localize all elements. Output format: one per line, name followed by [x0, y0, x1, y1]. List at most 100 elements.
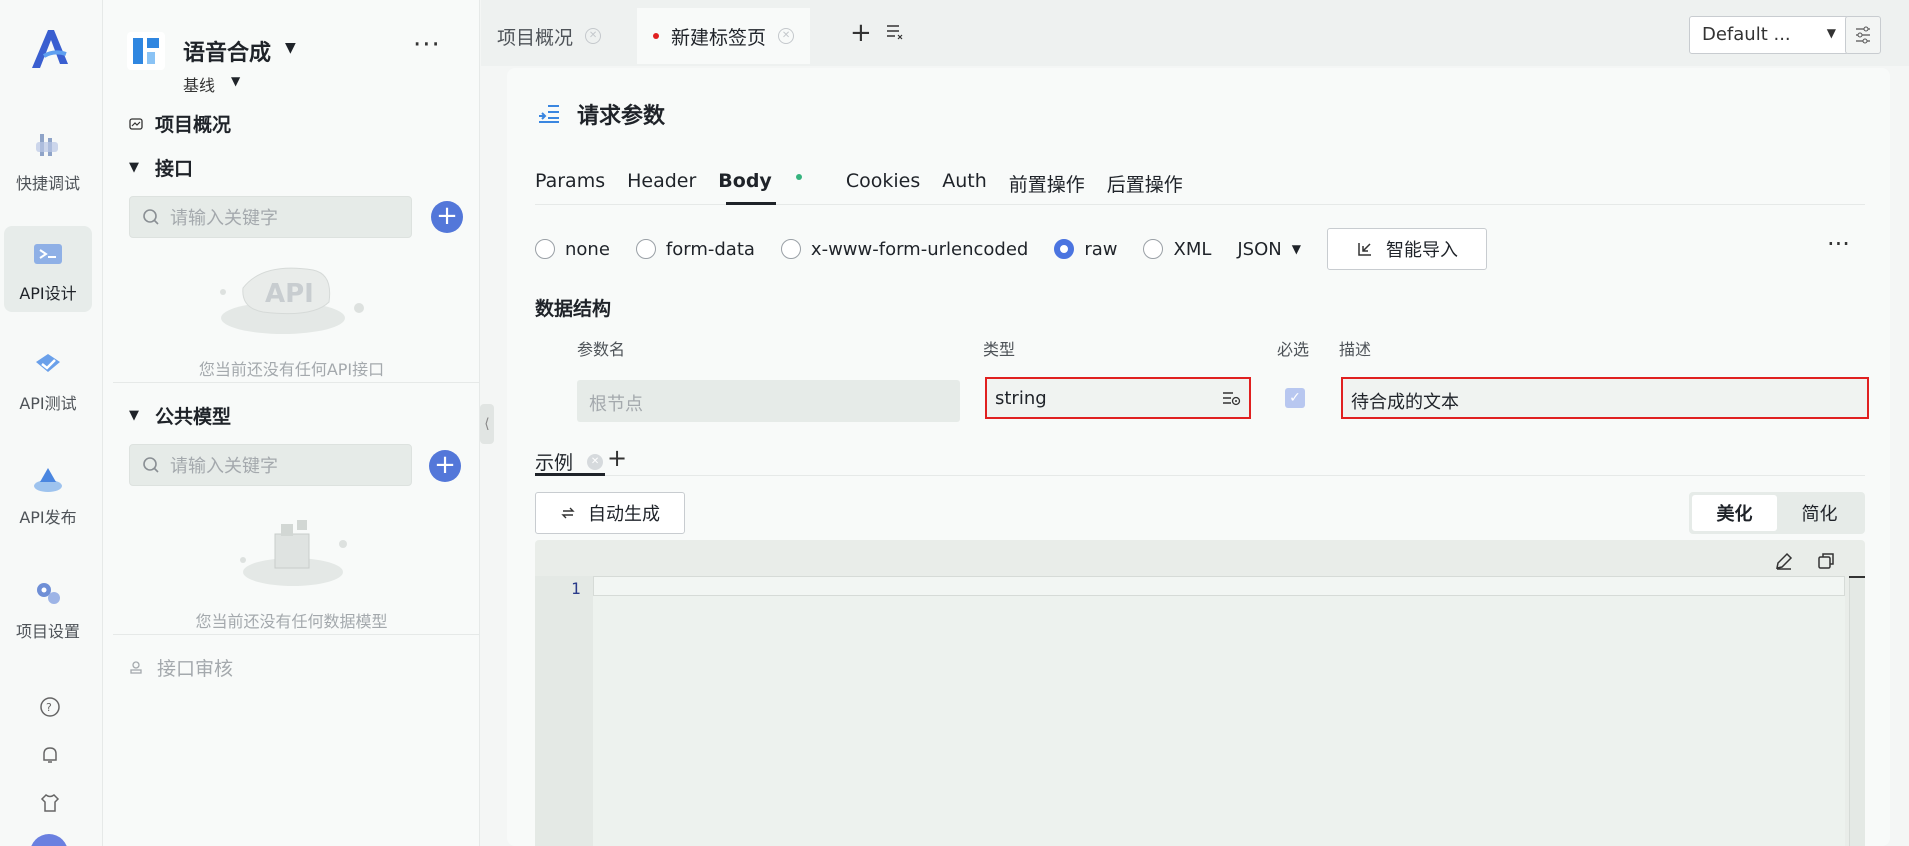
- tab-example[interactable]: 示例 ✕: [535, 448, 604, 475]
- help-icon: ?: [40, 697, 60, 717]
- rail-item-api-test[interactable]: API测试: [4, 336, 92, 422]
- active-tab-indicator: [726, 202, 776, 205]
- copy-icon[interactable]: [1815, 550, 1837, 572]
- tab-auth[interactable]: Auth: [942, 170, 987, 197]
- format-toggle: 美化 简化: [1689, 492, 1865, 534]
- beautify-button[interactable]: 美化: [1692, 495, 1777, 531]
- close-icon[interactable]: ✕: [778, 28, 795, 44]
- tab-header[interactable]: Header: [627, 170, 696, 197]
- unsaved-dot: [653, 33, 659, 39]
- add-interface-button[interactable]: +: [431, 201, 463, 233]
- overview-icon: [129, 117, 143, 130]
- type-select[interactable]: string: [985, 377, 1251, 419]
- root-node-field: 根节点: [577, 380, 960, 422]
- auto-generate-button[interactable]: 自动生成: [535, 492, 685, 534]
- format-select[interactable]: JSON ▼: [1237, 239, 1301, 260]
- sidebar-item-label: 项目概况: [155, 114, 232, 136]
- close-icon[interactable]: ✕: [587, 453, 604, 470]
- sidebar-item-overview[interactable]: 项目概况: [129, 110, 231, 137]
- close-icon[interactable]: ✕: [585, 28, 602, 44]
- radio-form-data[interactable]: form-data: [635, 239, 755, 260]
- api-publish-icon: [34, 468, 62, 492]
- shirt-icon: [40, 794, 60, 812]
- column-header-type: 类型: [983, 340, 1016, 359]
- sidebar-collapse-handle[interactable]: ⟨: [480, 404, 494, 444]
- branch-dropdown-icon[interactable]: ▼: [231, 74, 240, 88]
- models-section-header[interactable]: ▼ 公共模型: [129, 402, 231, 429]
- environment-settings-button[interactable]: [1845, 16, 1881, 54]
- project-dropdown-icon[interactable]: ▼: [285, 40, 296, 56]
- scrollbar-thumb[interactable]: [1849, 576, 1865, 578]
- more-options-icon[interactable]: ···: [413, 30, 441, 60]
- rail-label: 快捷调试: [15, 174, 80, 193]
- column-header-name: 参数名: [577, 340, 626, 359]
- tab-params[interactable]: Params: [535, 170, 605, 197]
- help-button[interactable]: ?: [0, 696, 100, 723]
- smart-import-button[interactable]: 智能导入: [1326, 228, 1487, 270]
- interfaces-section-header[interactable]: ▼ 接口: [129, 154, 193, 181]
- add-model-button[interactable]: +: [429, 450, 461, 482]
- tab-pre-operation[interactable]: 前置操作: [1009, 170, 1085, 197]
- main-panel: 请求参数 Params Header Body Cookies Auth 前置操…: [507, 68, 1890, 846]
- editor-toolbar: [1773, 550, 1837, 572]
- editor-body[interactable]: 1: [535, 576, 1845, 846]
- column-header-required: 必选: [1277, 340, 1310, 359]
- tab-new-tab[interactable]: 新建标签页 ✕: [637, 8, 811, 64]
- notifications-button[interactable]: [0, 744, 100, 771]
- body-type-radio-group: none form-data x-www-form-urlencoded raw…: [535, 228, 1487, 270]
- type-settings-icon[interactable]: [1221, 390, 1241, 406]
- interface-search-input[interactable]: 请输入关键字: [129, 196, 412, 238]
- rail-label: API测试: [19, 394, 77, 413]
- section-title: 公共模型: [155, 406, 232, 428]
- avatar[interactable]: [30, 834, 68, 846]
- tab-post-operation[interactable]: 后置操作: [1107, 170, 1183, 197]
- sliders-icon: [1856, 26, 1870, 44]
- edit-icon[interactable]: [1773, 550, 1795, 572]
- app-logo-icon[interactable]: [24, 24, 74, 74]
- theme-button[interactable]: [0, 792, 100, 819]
- tab-bar: 项目概况 ✕ 新建标签页 ✕ + Default ... ▼: [481, 0, 1909, 66]
- simplify-button[interactable]: 简化: [1777, 495, 1862, 531]
- radio-xml[interactable]: XML: [1143, 239, 1211, 260]
- add-example-button[interactable]: +: [607, 444, 627, 472]
- collapse-arrow-icon: ▼: [129, 160, 139, 175]
- environment-select[interactable]: Default ... ▼: [1689, 16, 1849, 54]
- description-input[interactable]: 待合成的文本: [1341, 377, 1869, 419]
- more-options-icon[interactable]: ···: [1827, 230, 1850, 258]
- scrollbar[interactable]: [1849, 576, 1865, 846]
- branch-selector[interactable]: 基线: [183, 72, 215, 96]
- tab-list-icon[interactable]: [885, 22, 905, 42]
- code-editor[interactable]: 1: [535, 540, 1865, 846]
- rail-item-api-publish[interactable]: API发布: [4, 450, 92, 536]
- line-number: 1: [571, 579, 581, 598]
- request-params-icon: [539, 105, 559, 123]
- stamp-icon: [130, 660, 142, 674]
- required-checkbox[interactable]: ✓: [1285, 388, 1305, 408]
- new-tab-button[interactable]: +: [850, 18, 872, 48]
- schema-title: 数据结构: [535, 298, 612, 320]
- project-name[interactable]: 语音合成: [183, 35, 271, 67]
- model-search-input[interactable]: 请输入关键字: [129, 444, 412, 486]
- quick-debug-icon: [36, 134, 58, 156]
- tab-body[interactable]: Body: [718, 170, 824, 197]
- tab-cookies[interactable]: Cookies: [846, 170, 920, 197]
- project-logo-icon: [127, 32, 165, 70]
- refresh-icon: [561, 507, 575, 519]
- radio-none[interactable]: none: [535, 239, 610, 260]
- radio-urlencoded[interactable]: x-www-form-urlencoded: [780, 239, 1028, 260]
- project-sidebar: 语音合成 ▼ ··· 基线 ▼ 项目概况 ▼ 接口 请输入关键字 + API 您…: [103, 0, 480, 846]
- rail-label: 项目设置: [15, 622, 80, 641]
- project-settings-icon: [37, 583, 60, 604]
- svg-text:API: API: [265, 279, 314, 309]
- current-line-highlight: [593, 576, 1845, 596]
- tab-project-overview[interactable]: 项目概况 ✕: [481, 8, 617, 64]
- request-subtabs: Params Header Body Cookies Auth 前置操作 后置操…: [535, 170, 1205, 197]
- sidebar-item-review[interactable]: 接口审核: [129, 654, 233, 681]
- rail-item-project-settings[interactable]: 项目设置: [4, 564, 92, 650]
- search-icon: [143, 457, 159, 473]
- rail-item-api-design[interactable]: API设计: [4, 226, 92, 312]
- panel-title: 请求参数: [535, 98, 665, 130]
- radio-raw[interactable]: raw: [1054, 239, 1117, 260]
- status-dot: [795, 173, 802, 180]
- rail-item-quick-debug[interactable]: 快捷调试: [4, 116, 92, 202]
